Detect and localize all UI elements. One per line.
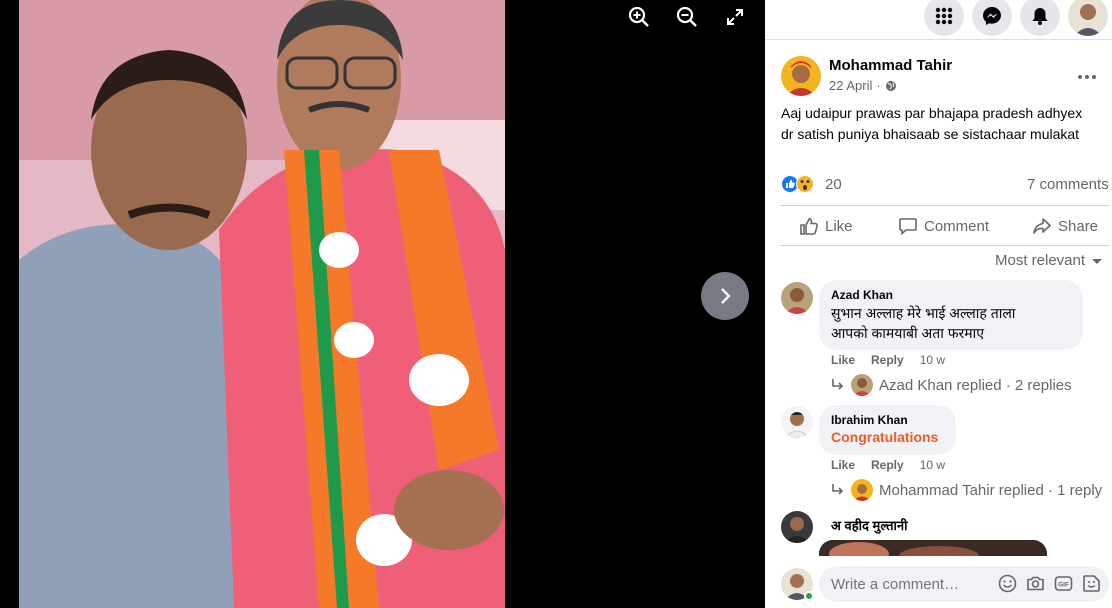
comment-label: Comment [924,217,990,235]
comment-avatar[interactable] [781,282,813,314]
post-author-name[interactable]: Mohammad Tahir [829,57,952,74]
bell-icon [1032,8,1048,25]
photo-viewer [0,0,765,608]
comment-avatar[interactable] [781,511,813,543]
share-label: Share [1058,217,1099,235]
author-avatar-image [781,56,821,96]
emoji-icon[interactable] [998,574,1017,593]
replies-label: Mohammad Tahir replied · 1 reply [879,481,1103,499]
post-photo [19,0,505,608]
svg-text:GIF: GIF [1058,582,1069,589]
comment-avatar[interactable] [781,406,813,438]
comment-reply-button[interactable]: Reply [871,353,904,367]
chevron-right-icon [721,288,731,304]
messenger-icon [983,7,1001,25]
zoom-out-button[interactable] [674,4,700,30]
globe-icon [885,80,896,91]
comments-count[interactable]: 7 comments [1027,176,1109,193]
post-meta-dot: · [876,78,881,93]
reactions-summary[interactable]: 20 [781,175,842,193]
post-date[interactable]: 22 April [829,78,872,93]
next-photo-button[interactable] [701,272,749,320]
menu-button[interactable] [924,0,964,36]
comment-author[interactable]: अ वहीद मुल्तानी [831,516,908,534]
comment-avatar-image [781,406,813,438]
fullscreen-icon [727,9,743,25]
comment-avatar-image [781,282,813,314]
comment-like-button[interactable]: Like [831,353,855,367]
reply-avatar-image [851,374,873,396]
reply-arrow-icon [832,484,844,495]
reply-arrow-icon [832,379,844,390]
camera-icon[interactable] [1026,574,1045,593]
post-panel: Mohammad Tahir 22 April · Aaj udaipur pr… [765,0,1112,608]
profile-avatar[interactable] [1068,0,1108,36]
zoom-in-icon [628,6,649,27]
profile-avatar-image [1068,0,1108,36]
comment-author[interactable]: Azad Khan [831,288,893,302]
comment-composer: GIF [765,556,1112,608]
like-button[interactable]: Like [799,216,853,236]
comment-text-line2: आपको कामयाबी अता फरमाए [831,325,984,341]
more-options-icon [1078,75,1096,79]
sort-comments-dropdown[interactable]: Most relevant [995,252,1103,269]
reaction-count[interactable]: 20 [825,176,842,193]
comment-button[interactable]: Comment [898,216,989,236]
reply-avatar [851,374,873,396]
post-meta: 22 April · [829,78,897,93]
view-replies-button[interactable]: Azad Khan replied · 2 replies [831,374,1072,396]
comment-time: 10 w [919,458,946,472]
comment-author[interactable]: Ibrahim Khan [831,413,908,427]
author-avatar[interactable] [781,56,821,96]
reactions-icons [781,175,814,193]
menu-grid-icon [935,7,953,25]
comment-time: 10 w [919,353,946,367]
messenger-button[interactable] [972,0,1012,36]
comment-bubble: Azad Khan सुभान अल्लाह मेरे भाई अल्लाह त… [819,280,1083,350]
comment-text-line1: सुभान अल्लाह मेरे भाई अल्लाह ताला [831,305,1016,321]
like-label: Like [825,217,853,235]
divider [780,245,1109,246]
gif-icon[interactable]: GIF [1054,574,1073,593]
comment-bubble: Ibrahim Khan Congratulations [819,405,956,455]
comment-input-box[interactable]: GIF [819,566,1109,602]
notifications-button[interactable] [1020,0,1060,36]
composer-tools: GIF [998,574,1101,593]
comment-text: सुभान अल्लाह मेरे भाई अल्लाह ताला आपको क… [831,303,1015,343]
replies-label: Azad Khan replied · 2 replies [879,376,1072,394]
view-replies-button[interactable]: Mohammad Tahir replied · 1 reply [831,479,1102,501]
zoom-in-button[interactable] [626,4,652,30]
sort-label: Most relevant [995,252,1086,269]
comment-reply-button[interactable]: Reply [871,458,904,472]
sticker-icon[interactable] [1082,574,1101,593]
comment-image[interactable] [819,540,1047,556]
post-text-line2: dr satish puniya bhaisaab se sistachaar … [781,126,1080,142]
comment-avatar-image [781,511,813,543]
like-icon [800,217,818,235]
share-icon [1033,218,1051,234]
divider [780,205,1109,206]
post-text-line1: Aaj udaipur prawas par bhajapa pradesh a… [781,105,1083,121]
comment-like-button[interactable]: Like [831,458,855,472]
caret-down-icon [1092,258,1103,264]
post-options-button[interactable] [1077,64,1097,85]
top-bar [765,0,1112,40]
reply-avatar [851,479,873,501]
comment-input[interactable] [831,574,991,594]
comment-image-preview [819,540,1047,556]
comment-text: Congratulations [831,429,939,445]
online-status-dot [804,591,814,601]
zoom-out-icon [676,6,697,27]
photo-illustration [19,0,505,608]
comment-icon [899,218,917,236]
comment-actions: Like Reply 10 w [831,353,945,367]
post-text: Aaj udaipur prawas par bhajapa pradesh a… [781,103,1082,145]
share-button[interactable]: Share [1032,216,1098,236]
fullscreen-button[interactable] [722,4,748,30]
comment-actions: Like Reply 10 w [831,458,945,472]
reply-avatar-image [851,479,873,501]
